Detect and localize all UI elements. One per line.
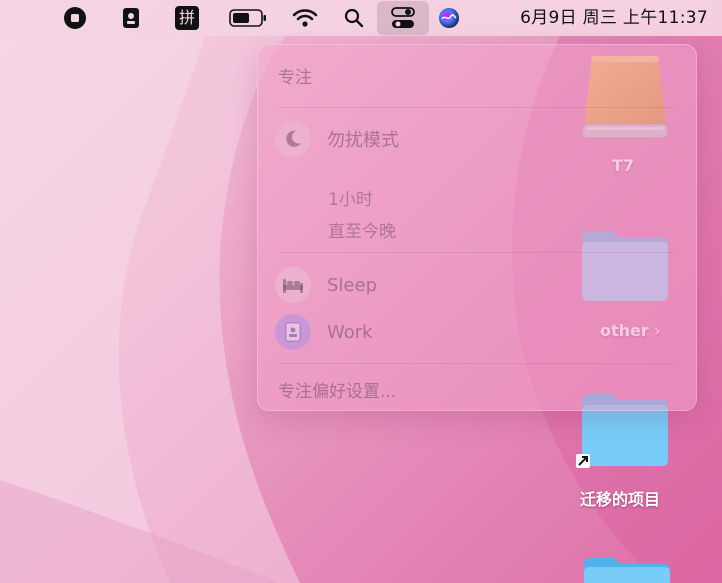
mode-label: Work (327, 321, 373, 343)
desktop: 拼 6月9日 周三 上午11:37 T7 (0, 0, 722, 583)
panel-title: 专注 (278, 68, 312, 88)
dnd-option-tonight[interactable]: 直至今晚 (328, 217, 396, 242)
mode-work[interactable]: Work (275, 312, 373, 352)
desktop-item-label: 迁移的项目 (580, 490, 661, 509)
stop-icon[interactable] (60, 2, 90, 34)
bed-icon (275, 267, 311, 303)
input-method-icon[interactable]: 拼 (172, 2, 202, 34)
battery-icon[interactable] (226, 2, 270, 34)
wifi-icon[interactable] (289, 2, 321, 34)
id-badge-icon (275, 314, 311, 350)
folder-icon (584, 558, 670, 583)
mode-label: 勿扰模式 (327, 130, 399, 151)
divider (278, 107, 676, 108)
menu-bar-clock[interactable]: 6月9日 周三 上午11:37 (520, 0, 708, 36)
divider (278, 363, 676, 364)
focus-panel: 专注 勿扰模式 1小时 直至今晚 Sleep Work 专注偏好设置... (257, 44, 697, 411)
search-icon[interactable] (340, 2, 368, 34)
badge-icon[interactable] (117, 2, 145, 34)
input-method-label: 拼 (175, 6, 199, 30)
mode-do-not-disturb[interactable]: 勿扰模式 (275, 119, 399, 159)
menu-bar: 拼 6月9日 周三 上午11:37 (0, 0, 722, 36)
divider (278, 252, 676, 253)
siri-icon[interactable] (435, 2, 463, 34)
focus-preferences-link[interactable]: 专注偏好设置... (278, 377, 396, 402)
moon-icon (275, 121, 311, 157)
desktop-item-partial[interactable] (582, 556, 674, 583)
mode-sleep[interactable]: Sleep (275, 265, 377, 305)
mode-label: Sleep (327, 274, 378, 296)
control-center-icon[interactable] (377, 1, 429, 35)
dnd-option-1h[interactable]: 1小时 (328, 185, 373, 210)
